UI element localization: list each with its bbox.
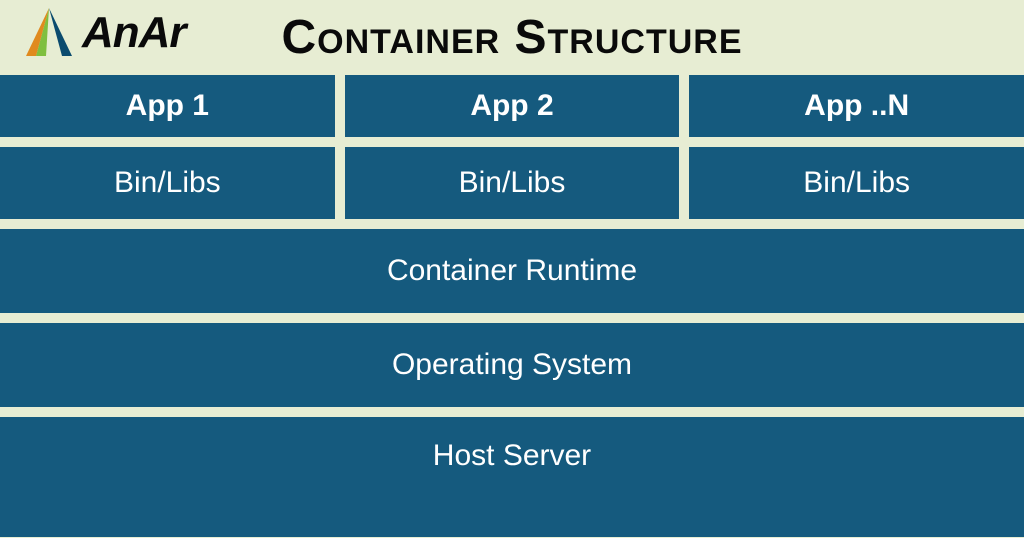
layer-container-runtime: Container Runtime <box>0 229 1024 313</box>
layer-container-runtime-label: Container Runtime <box>387 254 637 288</box>
header: AnAr Container Structure <box>0 0 1024 75</box>
apps-row: App 1 App 2 App ..N <box>0 75 1024 137</box>
brand-name: AnAr <box>82 8 186 58</box>
page-title: Container Structure <box>281 10 742 65</box>
layer-host-server: Host Server <box>0 417 1024 537</box>
binlibs-cell-2: Bin/Libs <box>345 147 680 219</box>
binlibs-cell-1: Bin/Libs <box>0 147 335 219</box>
diagram: App 1 App 2 App ..N Bin/Libs Bin/Libs Bi… <box>0 75 1024 537</box>
logo-mark-icon <box>22 6 76 60</box>
app-cell-n: App ..N <box>689 75 1024 137</box>
binlibs-row: Bin/Libs Bin/Libs Bin/Libs <box>0 147 1024 219</box>
layer-operating-system-label: Operating System <box>392 348 632 382</box>
layer-operating-system: Operating System <box>0 323 1024 407</box>
binlibs-cell-n: Bin/Libs <box>689 147 1024 219</box>
layer-host-server-label: Host Server <box>433 439 591 473</box>
app-cell-2: App 2 <box>345 75 680 137</box>
app-cell-1: App 1 <box>0 75 335 137</box>
brand-logo: AnAr <box>22 6 186 60</box>
